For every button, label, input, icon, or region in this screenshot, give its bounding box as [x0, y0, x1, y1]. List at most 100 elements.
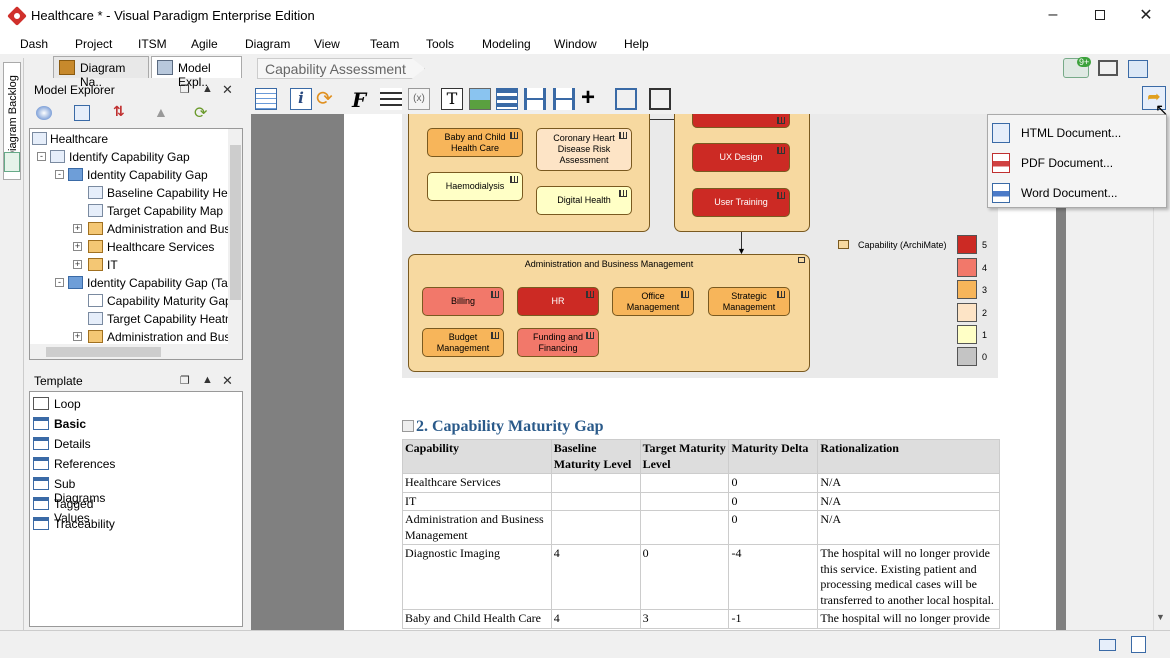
table-row: Healthcare Services 0 N/A [402, 473, 1000, 493]
table-insert-icon[interactable] [496, 88, 518, 110]
menu-team[interactable]: Team [370, 37, 399, 51]
panel-pin-icon[interactable]: ▲ [202, 83, 213, 95]
capability-haemodialysis[interactable]: Haemodialysis [427, 172, 523, 201]
menu-view[interactable]: View [314, 37, 340, 51]
legend-level-1: 1 [982, 330, 988, 340]
tree-expand-icon[interactable]: + [73, 242, 82, 251]
section-break-icon[interactable] [553, 88, 575, 110]
image-icon[interactable] [469, 88, 491, 110]
new-model-icon[interactable] [36, 106, 52, 120]
margin-icon[interactable] [615, 88, 637, 110]
menu-window[interactable]: Window [554, 37, 597, 51]
legend-swatch-4 [957, 258, 977, 277]
app-logo-icon [7, 6, 27, 26]
page-break-icon[interactable] [524, 88, 546, 110]
template-close-icon[interactable]: ✕ [222, 373, 233, 389]
model-explorer-icon [157, 60, 173, 75]
text-icon[interactable]: T [441, 88, 463, 110]
capability-hr[interactable]: HR [517, 287, 599, 316]
capability-strategic-management[interactable]: Strategic Management [708, 287, 790, 316]
legend-swatch-1 [957, 325, 977, 344]
tree-view-icon[interactable] [74, 105, 90, 121]
page-setup-icon[interactable] [649, 88, 671, 110]
capability-digital-health[interactable]: Digital Health [536, 186, 632, 215]
layout-icon[interactable] [1128, 60, 1148, 78]
explorer-vscroll[interactable] [228, 129, 242, 344]
mail-icon[interactable] [1099, 639, 1116, 651]
menu-agile[interactable]: Agile [191, 37, 218, 51]
info-icon[interactable]: i [290, 88, 312, 110]
refresh-icon[interactable]: ⟳ [194, 103, 207, 123]
menu-modeling[interactable]: Modeling [482, 37, 531, 51]
panel-close-icon[interactable]: ✕ [222, 82, 233, 98]
field-icon[interactable]: F [352, 88, 374, 112]
capability-billing[interactable]: Billing [422, 287, 504, 316]
table-icon [33, 477, 49, 490]
backlog-icon[interactable] [4, 152, 20, 172]
table-row: Administration and Business Management 0 N… [402, 510, 1000, 545]
capability-user-training[interactable]: User Training [692, 188, 790, 217]
explorer-hscroll[interactable] [30, 344, 242, 359]
export-word-item[interactable]: Word Document... [988, 177, 1166, 207]
add-icon[interactable]: + [581, 86, 603, 110]
list-icon[interactable] [380, 88, 402, 110]
minimize-button[interactable]: – [1030, 0, 1076, 30]
tree-expand-icon[interactable]: + [73, 224, 82, 233]
template-restore-icon[interactable]: ❐ [180, 374, 190, 387]
tree-collapse-icon[interactable]: - [55, 170, 64, 179]
menu-help[interactable]: Help [624, 37, 649, 51]
tree-collapse-icon[interactable]: - [37, 152, 46, 161]
notification-icon[interactable]: 9+ [1063, 57, 1092, 78]
variable-icon[interactable]: (x) [408, 88, 430, 110]
capability-office-management[interactable]: Office Management [612, 287, 694, 316]
tree-expand-icon[interactable]: + [73, 332, 82, 341]
export-pdf-item[interactable]: PDF Document... [988, 147, 1166, 177]
table-icon [33, 437, 49, 450]
explorer-vscroll-thumb[interactable] [230, 145, 241, 300]
tree-collapse-icon[interactable]: - [55, 278, 64, 287]
capability-funding-financing[interactable]: Funding and Financing [517, 328, 599, 357]
pdf-document-icon [992, 153, 1010, 173]
capability-coronary[interactable]: Coronary Heart Disease Risk Assessment [536, 128, 632, 171]
scroll-down-icon[interactable]: ▼ [1156, 612, 1165, 622]
capability-baby-child[interactable]: Baby and Child Health Care [427, 128, 523, 157]
table-cell: 0 [728, 510, 819, 545]
menu-project[interactable]: Project [75, 37, 112, 51]
menu-diagram[interactable]: Diagram [245, 37, 290, 51]
template-pin-icon[interactable]: ▲ [202, 374, 213, 386]
export-html-item[interactable]: HTML Document... [988, 117, 1166, 147]
table-cell: 3 [639, 609, 730, 629]
refresh-doc-icon[interactable]: ⟳ [316, 88, 338, 110]
section-collapse-icon[interactable] [402, 420, 414, 432]
tree-expand-icon[interactable]: + [73, 260, 82, 269]
capability-ux-design[interactable]: UX Design [692, 143, 790, 172]
explorer-hscroll-thumb[interactable] [46, 347, 161, 357]
breadcrumb-label: Capability Assessment [265, 61, 406, 77]
up-icon[interactable]: ▲ [154, 104, 168, 120]
tab-model-explorer[interactable]: Model Expl.. [151, 56, 242, 89]
menu-dash[interactable]: Dash [20, 37, 48, 51]
breadcrumb[interactable]: Capability Assessment [257, 58, 425, 79]
report-icon [88, 294, 103, 307]
notes-icon[interactable] [1131, 636, 1146, 653]
capability-icon [88, 222, 103, 235]
capability-cut-off[interactable] [692, 114, 790, 128]
column-header: Baseline Maturity Level [550, 439, 641, 474]
table-row: IT 0 N/A [402, 491, 1000, 511]
table-icon [33, 457, 49, 470]
diagram-icon [88, 186, 103, 199]
legend-level-0: 0 [982, 352, 988, 362]
admin-group-title: Administration and Business Management [524, 259, 694, 269]
tab-diagram-navigator[interactable]: Diagram Na.. [53, 56, 149, 89]
maximize-button[interactable] [1077, 0, 1123, 30]
sort-icon[interactable]: ⇅ [113, 103, 125, 120]
table-cell: N/A [817, 491, 1000, 511]
menu-itsm[interactable]: ITSM [138, 37, 167, 51]
capability-budget-management[interactable]: Budget Management [422, 328, 504, 357]
fit-window-icon[interactable] [1098, 60, 1118, 76]
outline-icon[interactable] [255, 88, 277, 110]
table-cell: The hospital will no longer provide this… [817, 544, 1000, 610]
panel-restore-icon[interactable]: ❐ [180, 83, 190, 96]
close-button[interactable]: ✕ [1123, 0, 1169, 30]
menu-tools[interactable]: Tools [426, 37, 454, 51]
